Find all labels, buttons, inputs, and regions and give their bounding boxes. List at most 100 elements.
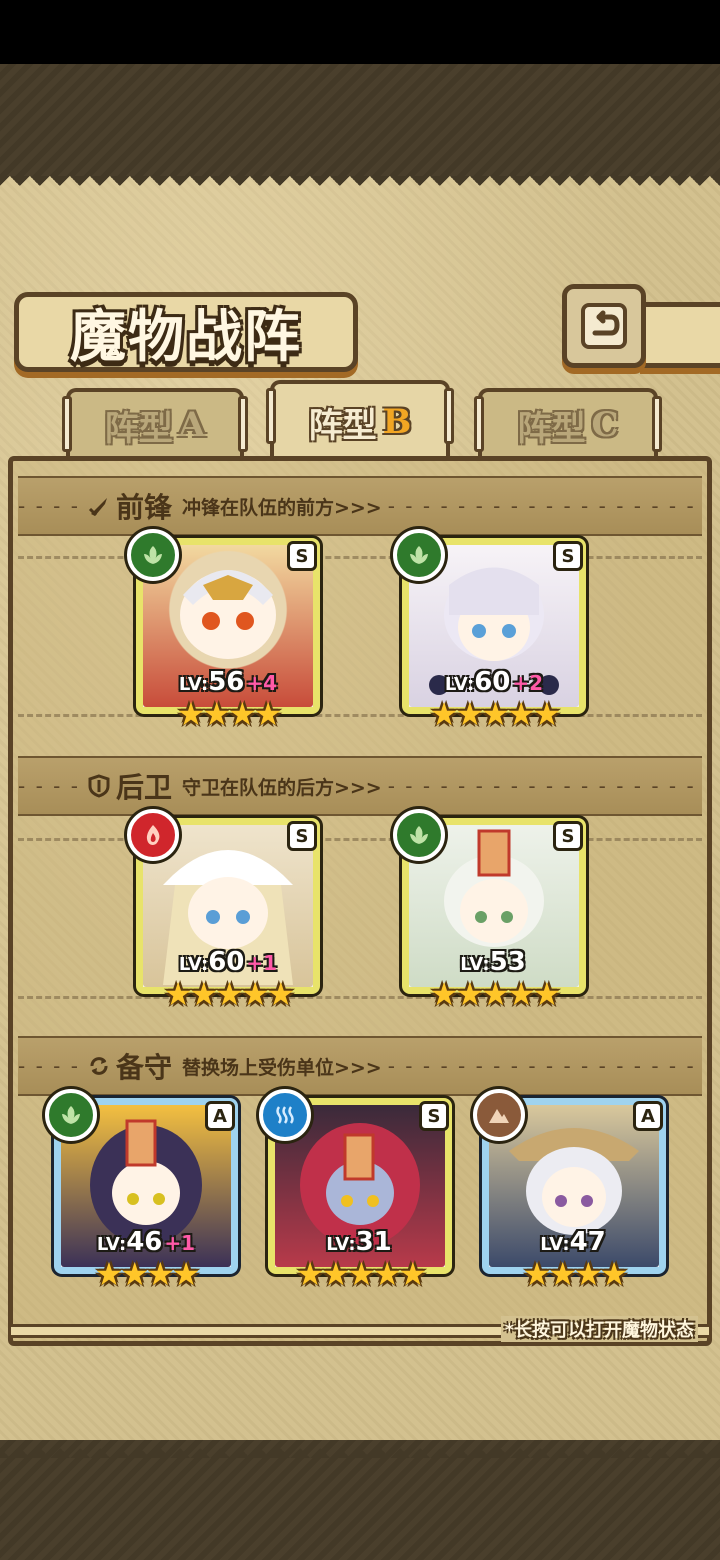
tab-formation-a[interactable]: 阵型 A bbox=[62, 388, 248, 458]
panel-torn-edge-bottom bbox=[0, 1438, 720, 1458]
rank-badge: S bbox=[287, 541, 317, 571]
rank-badge: S bbox=[287, 821, 317, 851]
leaf-element-icon bbox=[127, 529, 179, 581]
level-prefix: LV: bbox=[444, 674, 475, 695]
page-title: 魔物战阵 bbox=[70, 303, 302, 370]
tab-post bbox=[444, 388, 454, 444]
tab-post bbox=[652, 396, 662, 452]
level-prefix: LV: bbox=[178, 674, 209, 695]
title-plate: 魔物战阵 bbox=[14, 292, 358, 372]
level-value: 47 bbox=[569, 1227, 606, 1257]
divider-dashes: - - - - - - - - - - - - - - - - - - - - … bbox=[387, 1054, 702, 1078]
leaf-element-icon bbox=[45, 1089, 97, 1141]
tab-post bbox=[62, 396, 72, 452]
section-title-back: 后卫 bbox=[115, 771, 172, 804]
section-title-reserve: 备守 bbox=[115, 1051, 172, 1084]
monster-card-reserve-1[interactable]: A LV:46 +1 ★★★★ bbox=[45, 1089, 238, 1293]
back-button-rail bbox=[640, 302, 720, 368]
level-value: 60 bbox=[208, 947, 245, 977]
water-element-icon bbox=[259, 1089, 311, 1141]
tab-letter: B bbox=[382, 402, 412, 442]
status-bar bbox=[0, 0, 720, 64]
section-reserve: - - - - 备守 替换场上受伤单位>>> - - - - - - - - -… bbox=[18, 1036, 702, 1096]
section-desc-reserve: 替换场上受伤单位>>> bbox=[181, 1056, 382, 1079]
tab-formation-c[interactable]: 阵型 C bbox=[474, 388, 662, 458]
level-value: 56 bbox=[208, 667, 245, 697]
monster-card-front-1[interactable]: S LV:56 +4 ★★★★ bbox=[127, 529, 320, 733]
level-label: LV:53 bbox=[409, 947, 579, 977]
rank-badge: S bbox=[419, 1101, 449, 1131]
section-back: - - - - 后卫 守卫在队伍的后方>>> - - - - - - - - -… bbox=[18, 756, 702, 816]
tab-post bbox=[266, 388, 276, 444]
earth-element-icon bbox=[473, 1089, 525, 1141]
divider-dashes: - - - - - - - - - - - - - - - - - - - - … bbox=[387, 494, 702, 518]
map-background-top bbox=[0, 64, 720, 194]
panel-torn-edge-top bbox=[0, 176, 720, 196]
section-desc-front: 冲锋在队伍的前方>>> bbox=[181, 496, 382, 519]
level-label: LV:56 +4 bbox=[143, 667, 313, 697]
back-button[interactable] bbox=[562, 284, 646, 368]
level-label: LV:31 bbox=[275, 1227, 445, 1257]
star-rating: ★★★★★ bbox=[295, 1255, 427, 1293]
star-rating: ★★★★ bbox=[176, 695, 283, 733]
star-rating: ★★★★★ bbox=[429, 975, 561, 1013]
sword-icon bbox=[86, 493, 112, 519]
long-press-hint: *长按可以打开魔物状态 bbox=[500, 1316, 698, 1342]
tab-letter: A bbox=[178, 405, 206, 445]
section-front: - - - - 前锋 冲锋在队伍的前方>>> - - - - - - - - -… bbox=[18, 476, 702, 536]
level-label: LV:60 +2 bbox=[409, 667, 579, 697]
fire-element-icon bbox=[127, 809, 179, 861]
divider-dashes: - - - - bbox=[18, 774, 80, 798]
level-plus: +1 bbox=[246, 951, 278, 975]
level-plus: +1 bbox=[164, 1231, 196, 1255]
rank-badge: A bbox=[633, 1101, 663, 1131]
section-desc-back: 守卫在队伍的后方>>> bbox=[181, 776, 382, 799]
level-prefix: LV: bbox=[460, 954, 490, 975]
divider-dashes: - - - - - - - - - - - - - - - - - - - - … bbox=[387, 774, 702, 798]
section-title-front: 前锋 bbox=[115, 491, 172, 524]
level-value: 53 bbox=[489, 947, 526, 977]
level-prefix: LV: bbox=[540, 1234, 570, 1255]
star-rating: ★★★★ bbox=[94, 1255, 201, 1293]
level-value: 60 bbox=[474, 667, 511, 697]
monster-card-reserve-3[interactable]: A LV:47 ★★★★ bbox=[473, 1089, 666, 1293]
level-plus: +4 bbox=[246, 671, 278, 695]
rank-badge: S bbox=[553, 821, 583, 851]
rank-badge: A bbox=[205, 1101, 235, 1131]
lane-line bbox=[18, 556, 702, 560]
tab-label: 阵型 bbox=[517, 408, 586, 449]
level-label: LV:46 +1 bbox=[61, 1227, 231, 1257]
star-rating: ★★★★★ bbox=[163, 975, 295, 1013]
level-prefix: LV: bbox=[96, 1234, 127, 1255]
tab-post bbox=[474, 396, 484, 452]
level-label: LV:47 bbox=[489, 1227, 659, 1257]
star-rating: ★★★★ bbox=[522, 1255, 629, 1293]
divider-dashes: - - - - bbox=[18, 1054, 80, 1078]
monster-card-back-1[interactable]: S LV:60 +1 ★★★★★ bbox=[127, 809, 320, 1013]
rank-badge: S bbox=[553, 541, 583, 571]
star-rating: ★★★★★ bbox=[429, 695, 561, 733]
monster-card-back-2[interactable]: S LV:53 ★★★★★ bbox=[393, 809, 586, 1013]
shield-icon bbox=[86, 773, 112, 799]
tab-letter: C bbox=[591, 405, 619, 445]
level-plus: +2 bbox=[512, 671, 544, 695]
level-value: 31 bbox=[355, 1227, 392, 1257]
leaf-element-icon bbox=[393, 809, 445, 861]
tab-formation-b[interactable]: 阵型 B bbox=[266, 380, 454, 460]
level-label: LV:60 +1 bbox=[143, 947, 313, 977]
lane-line bbox=[18, 714, 702, 718]
level-prefix: LV: bbox=[178, 954, 209, 975]
divider-dashes: - - - - bbox=[18, 494, 80, 518]
lane-line bbox=[18, 996, 702, 1000]
tab-post bbox=[238, 396, 248, 452]
tab-label: 阵型 bbox=[308, 405, 377, 446]
back-arrow-icon bbox=[581, 303, 627, 349]
map-background-bottom bbox=[0, 1440, 720, 1560]
leaf-element-icon bbox=[393, 529, 445, 581]
monster-card-front-2[interactable]: S LV:60 +2 ★★★★★ bbox=[393, 529, 586, 733]
lane-line bbox=[18, 838, 702, 842]
swap-icon bbox=[86, 1053, 112, 1079]
tab-label: 阵型 bbox=[104, 408, 173, 449]
level-prefix: LV: bbox=[326, 1234, 356, 1255]
monster-card-reserve-2[interactable]: S LV:31 ★★★★★ bbox=[259, 1089, 452, 1293]
